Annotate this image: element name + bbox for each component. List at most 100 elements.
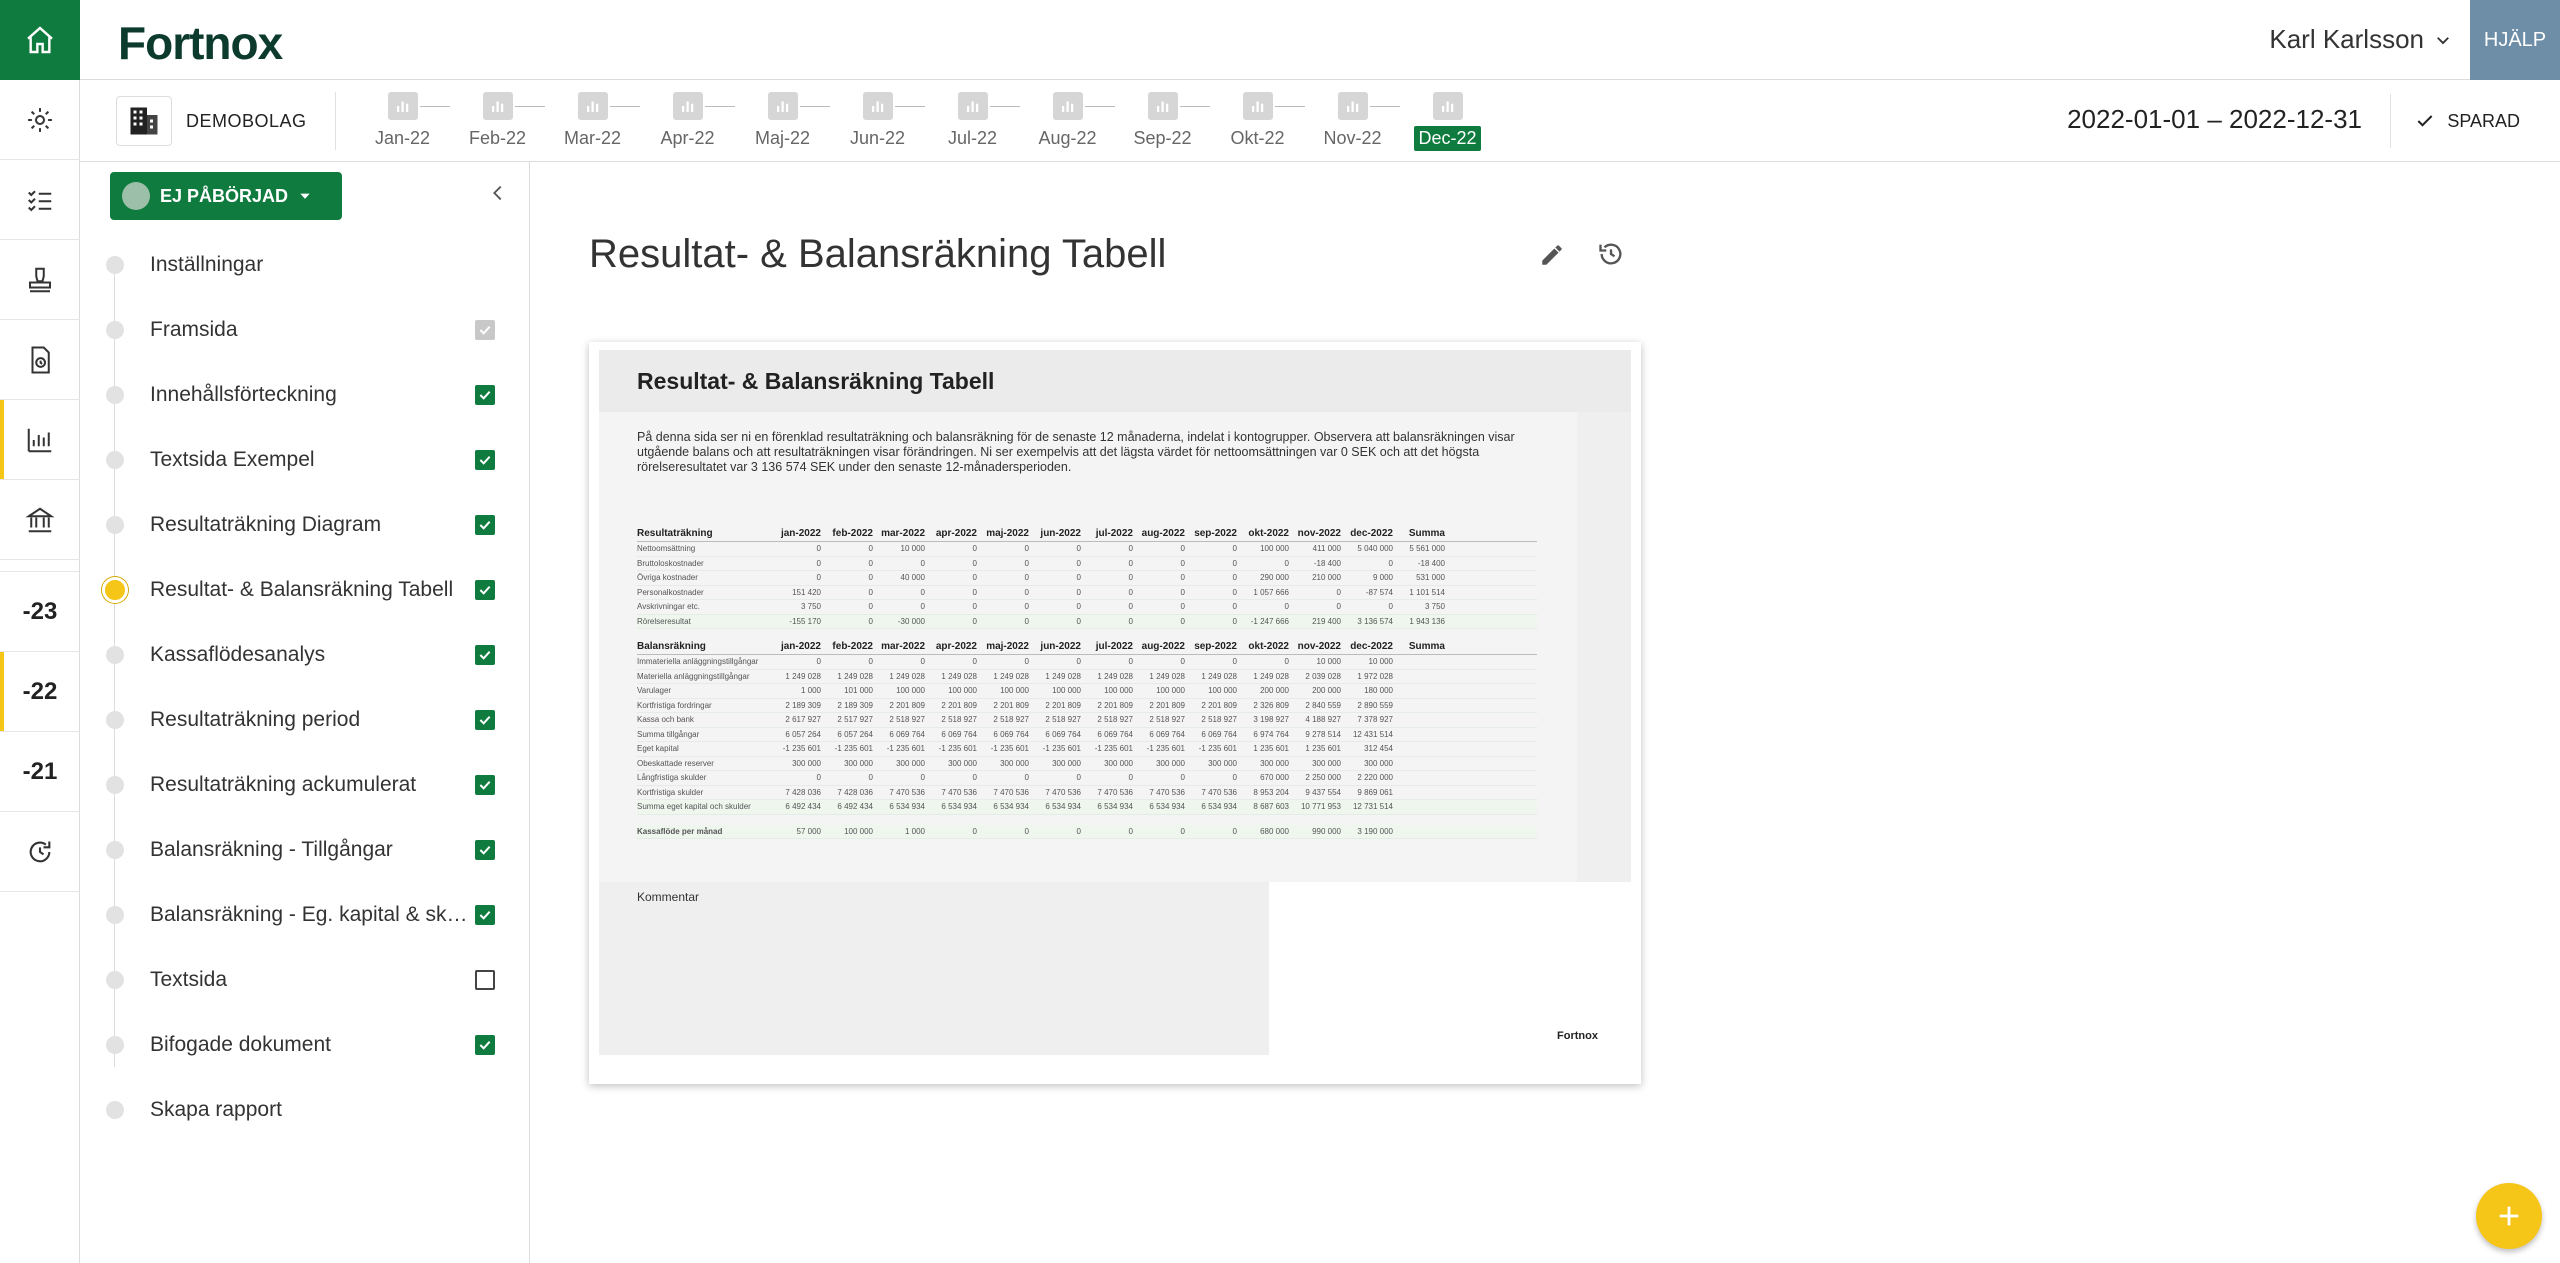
nav-item[interactable]: Kassaflödesanalys — [80, 622, 530, 687]
nav-item[interactable]: Inställningar — [80, 232, 530, 297]
include-checkbox[interactable] — [475, 904, 495, 925]
bar-chart-icon — [767, 92, 798, 120]
nav-item[interactable]: Innehållsförteckning — [80, 362, 530, 427]
nav-item[interactable]: Resultat- & Balansräkning Tabell — [80, 557, 530, 622]
rail-settings[interactable] — [0, 80, 80, 160]
cell-value: 3 750 — [800, 602, 821, 612]
cell-value: 670 000 — [1260, 773, 1289, 783]
table-header-row: Resultaträkning jan-2022 feb-2022 mar-2022 a… — [637, 526, 1537, 542]
status-label: EJ PÅBÖRJAD — [160, 185, 289, 206]
cell-value: 312 454 — [1364, 744, 1393, 754]
nav-item[interactable]: Resultaträkning Diagram — [80, 492, 530, 557]
rail-separator — [0, 560, 79, 572]
month-jul-22[interactable]: Jul-22 — [925, 92, 1020, 151]
include-checkbox[interactable] — [475, 839, 495, 860]
cell-value: 0 — [972, 544, 977, 554]
table-header-row: Balansräkning jan-2022 feb-2022 mar-2022 apr… — [637, 639, 1537, 655]
rail-bank[interactable] — [0, 480, 80, 560]
cell-value: 2 518 927 — [1201, 715, 1237, 725]
month-nov-22[interactable]: Nov-22 — [1305, 92, 1400, 151]
cell-value: 0 — [868, 573, 873, 583]
cell-value: 1 249 028 — [837, 671, 873, 681]
rail-year-2023[interactable]: -23 — [0, 572, 80, 652]
nav-item[interactable]: Textsida Exempel — [80, 427, 530, 492]
refresh-clock-icon — [29, 841, 51, 862]
status-dropdown[interactable]: EJ PÅBÖRJAD — [110, 172, 342, 220]
report-page-preview[interactable]: Resultat- & Balansräkning Tabell På denn… — [589, 342, 1641, 1084]
preview-footer-logo: Fortnox — [1557, 1030, 1598, 1042]
include-checkbox[interactable] — [475, 1034, 495, 1055]
company-selector[interactable]: DEMOBOLAG — [116, 96, 307, 146]
rail-stamp[interactable] — [0, 240, 80, 320]
include-checkbox[interactable] — [475, 449, 495, 470]
nav-item[interactable]: Framsida — [80, 297, 530, 362]
cell-value: 100 000 — [844, 826, 873, 836]
fortnox-logo[interactable]: Fortnox — [118, 16, 283, 70]
include-checkbox[interactable] — [475, 514, 495, 535]
cell-value: 6 069 764 — [1045, 729, 1081, 739]
nav-item[interactable]: Balansräkning - Tillgångar — [80, 817, 530, 882]
cell-value: 1 943 136 — [1409, 616, 1445, 626]
month-mar-22[interactable]: Mar-22 — [545, 92, 640, 151]
column-header: dec-2022 — [1350, 528, 1393, 539]
date-range[interactable]: 2022-01-01 – 2022-12-31 — [2067, 104, 2362, 135]
cell-value: 7 470 536 — [1045, 787, 1081, 797]
include-checkbox[interactable] — [475, 644, 495, 665]
user-menu[interactable]: Karl Karlsson — [2269, 24, 2452, 55]
nav-item[interactable]: Balansräkning - Eg. kapital & skulder — [80, 882, 530, 947]
bar-chart-icon — [1147, 92, 1178, 120]
rail-year-2022[interactable]: -22 — [0, 652, 80, 732]
month-jan-22[interactable]: Jan-22 — [355, 92, 450, 151]
cell-value: 180 000 — [1364, 686, 1393, 696]
include-checkbox[interactable] — [475, 709, 495, 730]
month-maj-22[interactable]: Maj-22 — [735, 92, 830, 151]
include-checkbox[interactable] — [475, 969, 495, 990]
collapse-panel-button[interactable] — [487, 182, 509, 209]
cell-value: 0 — [1232, 558, 1237, 568]
cell-value: 300 000 — [1208, 758, 1237, 768]
history-button[interactable] — [1597, 240, 1625, 273]
cell-value: 0 — [1128, 826, 1133, 836]
cell-value: 2 039 028 — [1305, 671, 1341, 681]
month-feb-22[interactable]: Feb-22 — [450, 92, 545, 151]
add-button[interactable] — [2476, 1183, 2542, 1249]
nav-item[interactable]: Skapa rapport — [80, 1077, 530, 1142]
month-okt-22[interactable]: Okt-22 — [1210, 92, 1305, 151]
rail-year-2021[interactable]: -21 — [0, 732, 80, 812]
month-dec-22[interactable]: Dec-22 — [1400, 92, 1495, 151]
cell-value: 6 069 764 — [941, 729, 977, 739]
cell-value: 10 000 — [900, 544, 925, 554]
home-button[interactable] — [0, 0, 80, 80]
month-apr-22[interactable]: Apr-22 — [640, 92, 735, 151]
include-checkbox[interactable] — [475, 774, 495, 795]
cell-value: 0 — [1180, 587, 1185, 597]
include-checkbox[interactable] — [475, 319, 495, 340]
help-button[interactable]: HJÄLP — [2470, 0, 2560, 80]
cell-value: 100 000 — [1260, 544, 1289, 554]
rail-reports[interactable] — [0, 400, 80, 480]
cell-value: 5 040 000 — [1357, 544, 1393, 554]
month-jun-22[interactable]: Jun-22 — [830, 92, 925, 151]
cell-value: 990 000 — [1312, 826, 1341, 836]
cell-value: 300 000 — [896, 758, 925, 768]
rail-history[interactable] — [0, 812, 80, 892]
nav-item[interactable]: Resultaträkning ackumulerat — [80, 752, 530, 817]
cell-value: 2 518 927 — [993, 715, 1029, 725]
nav-item-label: Textsida Exempel — [150, 447, 315, 471]
cell-value: 219 400 — [1312, 616, 1341, 626]
month-connector — [1180, 106, 1210, 107]
include-checkbox[interactable] — [475, 579, 495, 600]
rail-document[interactable] — [0, 320, 80, 400]
app-root: -23 -22 -21 Fortnox Karl Karlsson HJÄLP … — [0, 0, 2560, 1263]
month-connector — [895, 106, 925, 107]
nav-item[interactable]: Bifogade dokument — [80, 1012, 530, 1077]
nav-item[interactable]: Textsida — [80, 947, 530, 1012]
column-header: jan-2022 — [780, 528, 821, 539]
month-aug-22[interactable]: Aug-22 — [1020, 92, 1115, 151]
include-checkbox[interactable] — [475, 384, 495, 405]
edit-button[interactable] — [1539, 242, 1565, 273]
rail-checklist[interactable] — [0, 160, 80, 240]
nav-item-label: Bifogade dokument — [150, 1032, 331, 1056]
nav-item[interactable]: Resultaträkning period — [80, 687, 530, 752]
month-sep-22[interactable]: Sep-22 — [1115, 92, 1210, 151]
